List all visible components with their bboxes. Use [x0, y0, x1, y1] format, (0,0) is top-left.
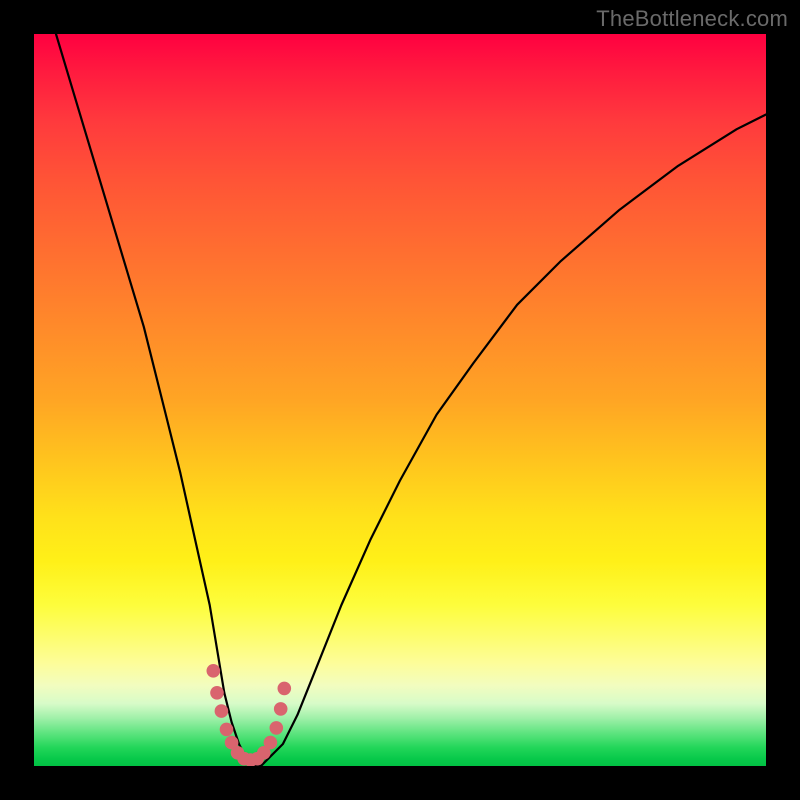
bottleneck-curve — [56, 34, 766, 766]
optimal-marker — [210, 686, 224, 700]
optimal-marker — [215, 704, 229, 718]
optimal-marker — [278, 682, 292, 696]
optimal-marker — [264, 736, 278, 750]
optimal-marker — [274, 702, 288, 716]
optimal-marker — [220, 723, 234, 737]
optimal-marker — [207, 664, 221, 678]
optimal-marker — [270, 721, 284, 735]
watermark-text: TheBottleneck.com — [596, 6, 788, 32]
chart-frame: TheBottleneck.com — [0, 0, 800, 800]
plot-area — [34, 34, 766, 766]
optimal-region-markers — [207, 664, 292, 766]
chart-svg — [34, 34, 766, 766]
